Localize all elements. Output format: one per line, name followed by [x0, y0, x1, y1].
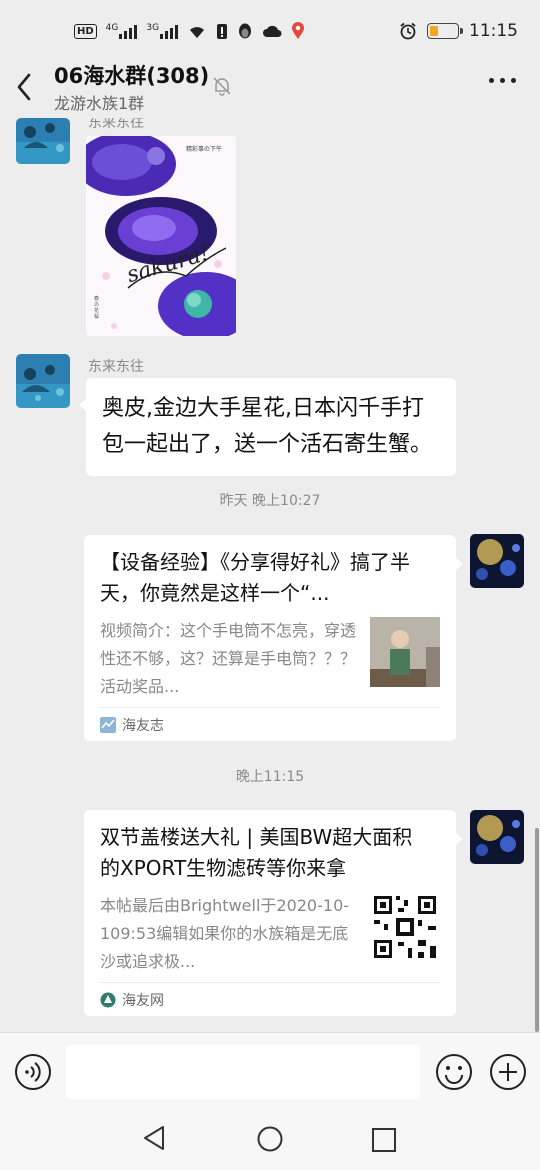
chat-title: 06海水群(308) [54, 64, 210, 88]
status-left-icons: HD 4G 3G [74, 22, 305, 40]
signal-bars-icon [160, 23, 179, 39]
voice-icon [15, 1054, 51, 1090]
nav-home-button[interactable] [256, 1125, 284, 1157]
more-button[interactable] [489, 78, 516, 83]
chat-header: 06海水群(308) 龙游水族1群 [0, 56, 540, 118]
chat-subtitle: 龙游水族1群 [54, 94, 145, 113]
alarm-icon [400, 22, 416, 40]
system-nav-bar [0, 1110, 540, 1170]
card-divider [100, 707, 440, 708]
penguin-icon [239, 23, 252, 38]
card-source-name: 海友志 [122, 718, 164, 734]
card-source-name: 海友网 [122, 993, 164, 1009]
image-caption-small: 春の花 桜 [94, 296, 100, 320]
card-title: 双节盖楼送大礼 | 美国BW超大面积的XPORT生物滤砖等你来拿 [100, 825, 413, 880]
nav-home-icon [257, 1126, 283, 1152]
signal-4g: 4G [106, 23, 138, 39]
link-card[interactable]: 【设备经验】《分享得好礼》搞了半天，你竟然是这样一个“... 视频简介：这个手电… [84, 535, 463, 741]
source-logo-icon [100, 992, 116, 1008]
card-description: 本帖最后由Brightwell于2020-10-109:53编辑如果你的水族箱是… [100, 896, 350, 971]
signal-3g: 3G [146, 23, 179, 39]
image-message[interactable]: 精彩事の下午 sakura! 春の花 桜 [86, 136, 236, 336]
card-source: 海友志 [100, 715, 164, 735]
timestamp: 晚上11:15 [235, 769, 305, 785]
location-pin-icon [292, 22, 305, 39]
plus-button[interactable] [489, 1053, 527, 1095]
source-logo-icon [100, 717, 116, 733]
avatar[interactable] [470, 810, 524, 864]
wifi-icon [190, 27, 205, 38]
link-card[interactable]: 双节盖楼送大礼 | 美国BW超大面积的XPORT生物滤砖等你来拿 本帖最后由Br… [84, 810, 463, 1016]
battery-icon [427, 23, 463, 39]
image-caption-vertical: 精彩事の下午 [186, 146, 223, 153]
card-description: 视频简介：这个手电筒不怎亮，穿透性还不够，这？还算是手电筒？？？活动奖品... [100, 621, 357, 696]
card-thumbnail [370, 617, 440, 687]
qr-code-thumbnail [370, 892, 440, 962]
mute-bell-icon [213, 77, 231, 96]
sender-name: 东来东往 [88, 118, 144, 131]
nav-back-button[interactable] [141, 1124, 167, 1156]
back-button[interactable] [16, 70, 40, 104]
card-source: 海友网 [100, 990, 164, 1010]
nav-back-icon [144, 1126, 164, 1150]
hd-badge: HD [74, 23, 97, 39]
voice-button[interactable] [14, 1053, 52, 1095]
avatar[interactable] [470, 534, 524, 588]
status-right: 11:15 [399, 21, 518, 41]
message-input[interactable] [66, 1045, 420, 1099]
card-divider [100, 982, 440, 983]
timestamp: 昨天 晚上10:27 [219, 493, 321, 509]
alert-icon [217, 23, 228, 39]
sender-name: 东来东往 [88, 359, 144, 375]
clock-time: 11:15 [469, 21, 518, 41]
emoji-button[interactable] [435, 1053, 473, 1095]
avatar[interactable] [16, 354, 70, 408]
plus-icon [490, 1054, 526, 1090]
cloud-icon [263, 25, 282, 37]
text-message[interactable]: 奥皮,金边大手星花,日本闪千手打包一起出了，送一个活石寄生蟹。 [79, 378, 456, 476]
signal-bars-icon [119, 23, 138, 39]
back-arrow-icon [17, 73, 31, 101]
card-title: 【设备经验】《分享得好礼》搞了半天，你竟然是这样一个“... [100, 550, 410, 605]
nav-recent-icon [372, 1128, 396, 1152]
avatar[interactable] [16, 118, 70, 164]
status-bar: HD 4G 3G 11:15 [0, 0, 540, 62]
nav-recent-button[interactable] [371, 1127, 397, 1157]
more-icon [489, 78, 494, 83]
emoji-icon [436, 1054, 472, 1090]
scrollbar[interactable] [535, 828, 539, 1032]
input-bar [0, 1032, 540, 1110]
chat-messages[interactable]: 东来东往 精彩事の下午 sakura! 春の花 桜 东来东往 奥皮,金边大手星花… [0, 118, 540, 1032]
